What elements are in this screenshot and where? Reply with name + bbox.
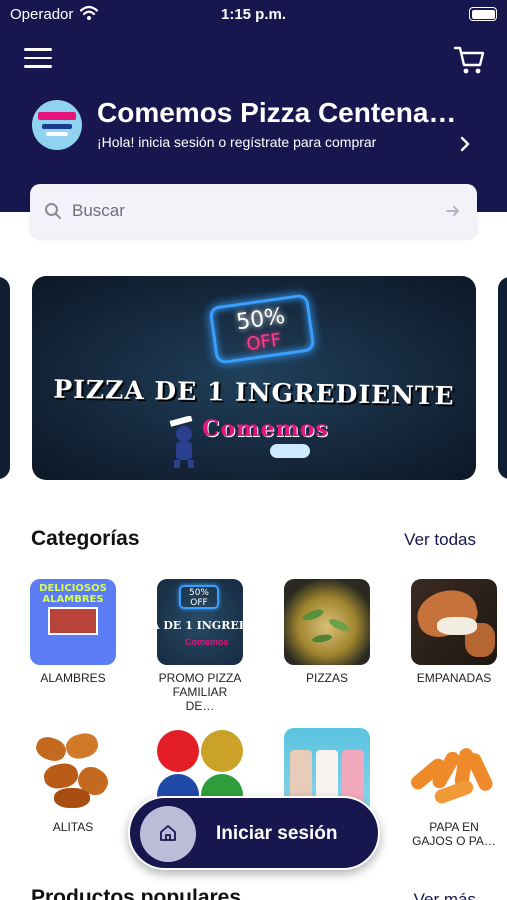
chef-mascot-icon <box>169 416 194 468</box>
banner-next[interactable] <box>498 277 507 479</box>
category-image <box>411 728 497 814</box>
category-image <box>30 728 116 814</box>
category-image <box>284 579 370 665</box>
hamburger-menu-icon[interactable] <box>24 48 52 72</box>
chevron-right-icon[interactable] <box>459 136 471 152</box>
category-alambres[interactable]: DELICIOSOS ALAMBRES ALAMBRES <box>30 579 130 685</box>
banner-brand: Comemos <box>202 416 329 442</box>
category-image-badge: 50% OFF <box>179 585 219 609</box>
category-promo-pizza-familiar[interactable]: 50% OFF A DE 1 INGREDI Comemos PROMO PIZ… <box>157 579 257 713</box>
categories-title: Categorías <box>31 527 140 550</box>
home-icon <box>160 825 176 841</box>
category-image <box>411 579 497 665</box>
category-image-caption: DELICIOSOS ALAMBRES <box>39 583 107 605</box>
see-all-categories-link[interactable]: Ver todas <box>404 530 476 550</box>
banner-brand-pill <box>270 444 310 458</box>
clock: 1:15 p.m. <box>220 6 287 23</box>
battery-icon <box>469 7 497 21</box>
search-bar[interactable] <box>30 184 477 238</box>
category-label: PAPA EN GAJOS O PA… <box>412 820 496 848</box>
category-label: PIZZAS <box>305 671 348 685</box>
category-label: ALAMBRES <box>40 671 106 685</box>
login-button[interactable]: Iniciar sesión <box>128 796 380 870</box>
category-image: 50% OFF A DE 1 INGREDI Comemos <box>157 579 243 665</box>
discount-badge: 50% OFF <box>208 293 316 365</box>
search-input[interactable] <box>72 198 432 224</box>
category-label: EMPANADAS <box>416 671 492 685</box>
search-icon <box>45 203 61 219</box>
cart-icon[interactable] <box>453 42 485 76</box>
status-bar: Operador 1:15 p.m. <box>0 0 507 30</box>
store-name[interactable]: Comemos Pizza Centena… <box>97 97 482 129</box>
category-image: DELICIOSOS ALAMBRES <box>30 579 116 665</box>
category-label: ALITAS <box>52 820 94 834</box>
category-image-caption: A DE 1 INGREDI <box>157 619 243 632</box>
category-image-brand: Comemos <box>185 637 229 647</box>
home-icon-circle[interactable] <box>140 806 196 862</box>
store-logo <box>32 100 82 150</box>
promo-banner[interactable]: 50% OFF PIZZA DE 1 INGREDIENTE Comemos <box>32 276 476 480</box>
category-pizzas[interactable]: PIZZAS <box>284 579 384 685</box>
login-button-label: Iniciar sesión <box>216 823 338 844</box>
category-empanadas[interactable]: EMPANADAS <box>411 579 507 685</box>
arrow-right-icon[interactable] <box>445 203 461 219</box>
category-alitas[interactable]: ALITAS <box>30 728 130 834</box>
category-papa-en-gajos[interactable]: PAPA EN GAJOS O PA… <box>411 728 507 848</box>
category-label: PROMO PIZZA FAMILIAR DE… <box>158 671 242 713</box>
banner-previous[interactable] <box>0 277 10 479</box>
see-more-popular-link[interactable]: Ver más <box>414 890 476 900</box>
login-prompt[interactable]: ¡Hola! inicia sesión o regístrate para c… <box>97 134 376 150</box>
popular-products-title: Productos populares <box>31 886 242 900</box>
banner-headline: PIZZA DE 1 INGREDIENTE <box>53 374 455 411</box>
